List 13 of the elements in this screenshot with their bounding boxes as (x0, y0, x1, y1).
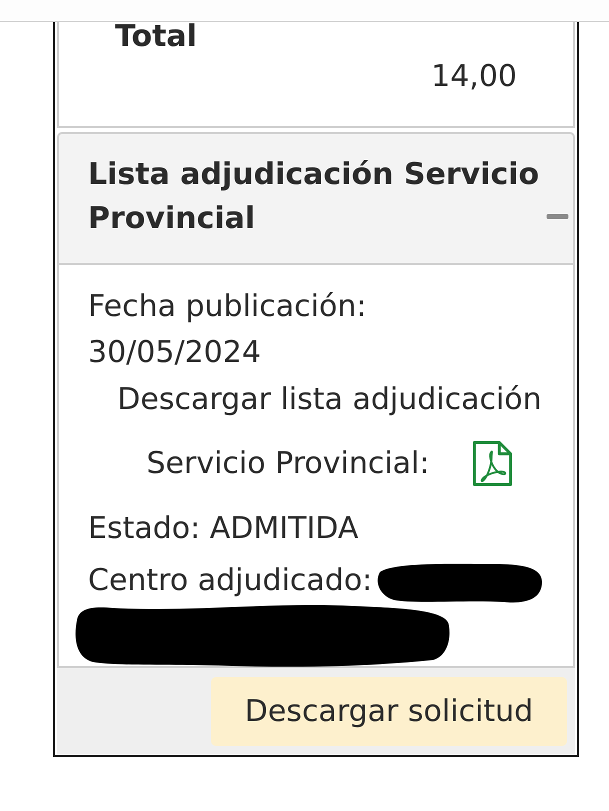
section-header[interactable]: Lista adjudicación Servicio Provincial (57, 132, 575, 265)
fecha-label: Fecha publicación: (88, 289, 366, 324)
collapse-icon[interactable] (545, 214, 570, 219)
pdf-file-icon[interactable] (472, 440, 512, 486)
centro-label: Centro adjudicado: (88, 562, 372, 600)
download-label: Servicio Provincial: (146, 446, 430, 480)
download-request-button[interactable]: Descargar solicitud (211, 677, 567, 746)
download-list-text: Descargar lista adjudicación (117, 382, 542, 417)
total-label: Total (115, 22, 197, 52)
section-title: Lista adjudicación Servicio Provincial (88, 156, 540, 238)
total-value: 14,00 (431, 60, 517, 94)
fecha-value: 30/05/2024 (88, 335, 261, 370)
estado-text: Estado: ADMITIDA (88, 511, 358, 546)
